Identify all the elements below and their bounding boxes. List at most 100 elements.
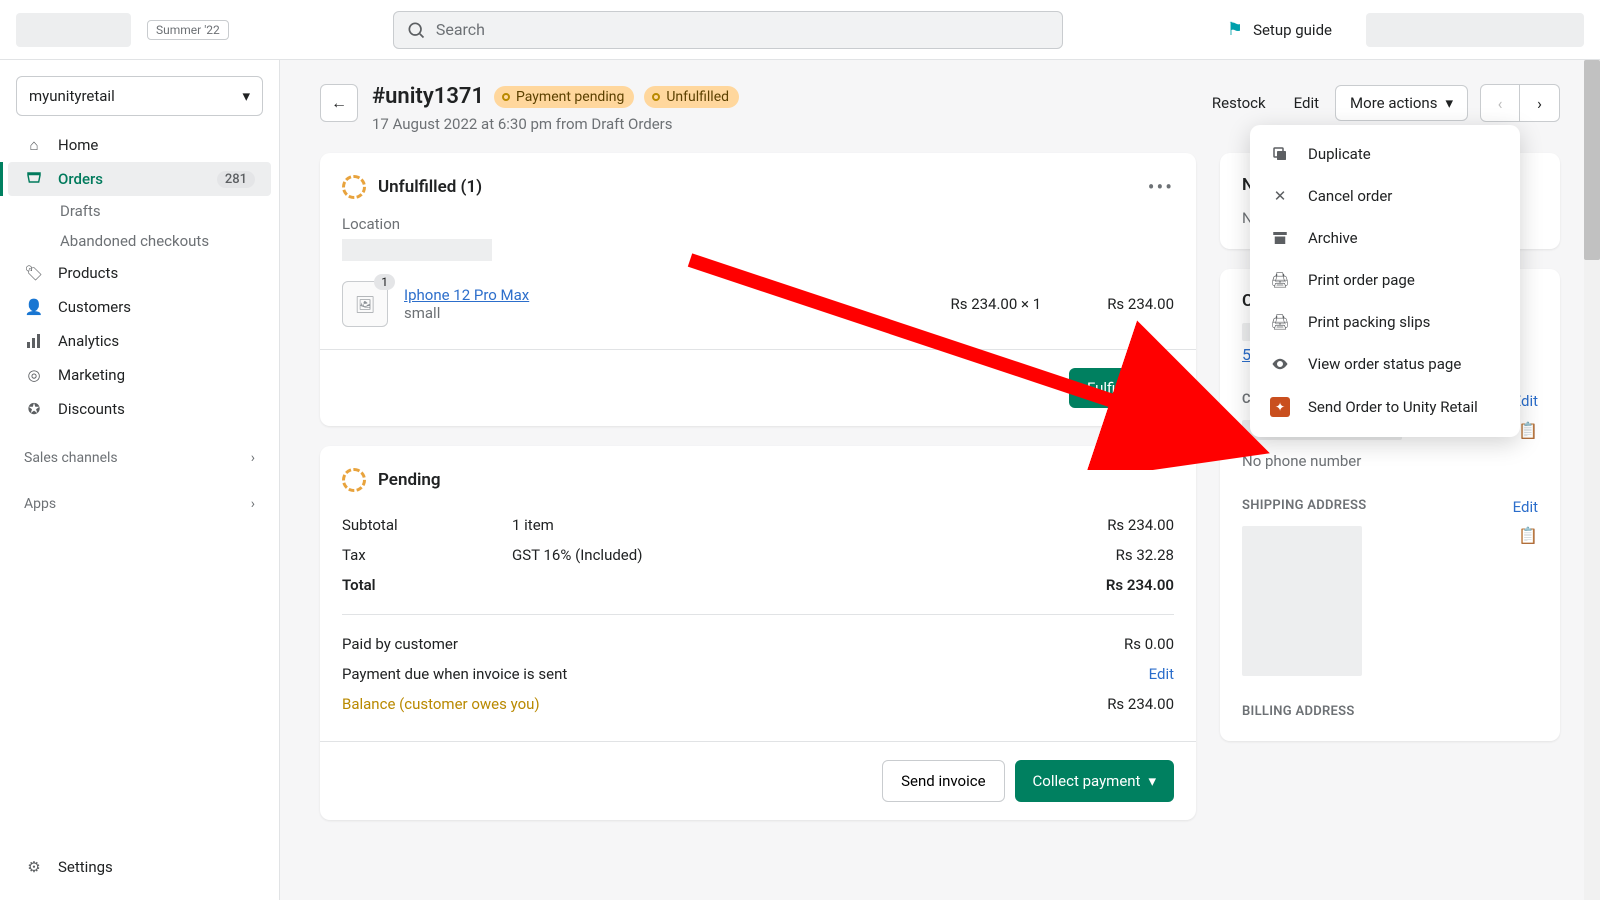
shipping-edit-link[interactable]: Edit xyxy=(1513,498,1538,516)
nav-analytics[interactable]: Analytics xyxy=(8,324,271,358)
dd-label: View order status page xyxy=(1308,355,1461,373)
edit-action[interactable]: Edit xyxy=(1282,86,1331,120)
user-icon: 👤 xyxy=(24,298,44,316)
pending-status-icon xyxy=(342,468,366,492)
close-icon: ✕ xyxy=(1270,187,1290,205)
tax-value: Rs 32.28 xyxy=(1116,546,1174,564)
dd-cancel-order[interactable]: ✕ Cancel order xyxy=(1250,175,1520,217)
inbox-icon xyxy=(24,170,44,188)
dd-duplicate[interactable]: Duplicate xyxy=(1250,133,1520,175)
qty-badge: 1 xyxy=(374,274,395,290)
balance-label: Balance (customer owes you) xyxy=(342,695,1107,713)
collect-payment-button[interactable]: Collect payment ▾ xyxy=(1015,760,1174,802)
chevron-left-icon: ‹ xyxy=(1498,94,1503,113)
nav-sales-channels[interactable]: Sales channels › xyxy=(8,440,271,476)
unity-retail-icon: ✦ xyxy=(1270,397,1290,417)
nav-products[interactable]: 🏷 Products xyxy=(8,256,271,290)
restock-action[interactable]: Restock xyxy=(1200,86,1278,120)
nav-orders[interactable]: Orders 281 xyxy=(8,162,271,196)
line-item: 🖼 1 Iphone 12 Pro Max small Rs 234.00 × … xyxy=(342,281,1174,327)
product-thumbnail[interactable]: 🖼 1 xyxy=(342,281,388,327)
nav-drafts[interactable]: Drafts xyxy=(8,196,271,226)
scrollbar-thumb[interactable] xyxy=(1584,60,1600,260)
search-placeholder: Search xyxy=(436,20,485,39)
subtotal-value: Rs 234.00 xyxy=(1107,516,1174,534)
logo-placeholder xyxy=(16,13,131,47)
discount-icon: ✪ xyxy=(24,400,44,418)
back-button[interactable]: ← xyxy=(320,84,358,122)
shipping-address-title: SHIPPING ADDRESS xyxy=(1242,498,1366,513)
card-menu-button[interactable]: ••• xyxy=(1148,175,1174,199)
nav-label: Settings xyxy=(58,858,113,876)
nav-label: Apps xyxy=(24,496,56,512)
paid-value: Rs 0.00 xyxy=(1124,635,1174,653)
prev-order-button[interactable]: ‹ xyxy=(1480,84,1520,122)
unfulfilled-badge: Unfulfilled xyxy=(644,86,739,108)
dd-label: Print order page xyxy=(1308,271,1415,289)
sidebar: myunityretail ▾ ⌂ Home Orders 281 Drafts… xyxy=(0,60,280,900)
nav-settings[interactable]: ⚙ Settings xyxy=(8,850,271,884)
search-input[interactable]: Search xyxy=(393,11,1063,49)
dd-label: Archive xyxy=(1308,229,1358,247)
shipping-address-redacted xyxy=(1242,526,1362,676)
store-name: myunityretail xyxy=(29,87,115,105)
send-invoice-button[interactable]: Send invoice xyxy=(882,760,1004,802)
flag-icon: ⚑ xyxy=(1227,19,1243,40)
product-variant: small xyxy=(404,304,934,322)
line-total: Rs 234.00 xyxy=(1107,295,1174,313)
nav-label: Analytics xyxy=(58,332,119,350)
more-actions-button[interactable]: More actions ▾ xyxy=(1335,85,1468,121)
search-icon xyxy=(406,20,426,40)
order-subtitle: 17 August 2022 at 6:30 pm from Draft Ord… xyxy=(372,115,739,133)
next-order-button[interactable]: › xyxy=(1520,84,1560,122)
profile-placeholder[interactable] xyxy=(1366,13,1584,47)
badge-label: Unfulfilled xyxy=(666,89,729,105)
payment-due-label: Payment due when invoice is sent xyxy=(342,665,1149,683)
print-icon: 🖨 xyxy=(1270,271,1290,289)
payment-due-edit[interactable]: Edit xyxy=(1149,665,1174,683)
clipboard-icon[interactable]: 📋 xyxy=(1518,526,1538,545)
nav-label: Discounts xyxy=(58,400,125,418)
nav-label: Customers xyxy=(58,298,131,316)
dd-print-order[interactable]: 🖨 Print order page xyxy=(1250,259,1520,301)
summer-tag: Summer '22 xyxy=(147,20,229,40)
nav-label: Sales channels xyxy=(24,450,118,466)
setup-guide-link[interactable]: ⚑ Setup guide xyxy=(1227,19,1332,40)
orders-count-badge: 281 xyxy=(217,171,255,188)
dd-send-unity[interactable]: ✦ Send Order to Unity Retail xyxy=(1250,385,1520,429)
target-icon: ◎ xyxy=(24,366,44,384)
fulfill-item-button[interactable]: Fulfill item xyxy=(1069,368,1174,408)
dd-view-status[interactable]: View order status page xyxy=(1250,343,1520,385)
dd-label: Duplicate xyxy=(1308,145,1371,163)
dd-archive[interactable]: Archive xyxy=(1250,217,1520,259)
home-icon: ⌂ xyxy=(24,136,44,154)
unit-price: Rs 234.00 × 1 xyxy=(950,295,1041,313)
subtotal-items: 1 item xyxy=(512,516,1107,534)
chevron-right-icon: › xyxy=(251,496,255,512)
location-value-redacted xyxy=(342,239,492,261)
nav-customers[interactable]: 👤 Customers xyxy=(8,290,271,324)
unfulfilled-status-icon xyxy=(342,175,366,199)
store-selector[interactable]: myunityretail ▾ xyxy=(16,76,263,116)
nav-label: Home xyxy=(58,136,98,154)
vertical-scrollbar[interactable] xyxy=(1584,60,1600,900)
clipboard-icon[interactable]: 📋 xyxy=(1518,421,1538,440)
image-icon: 🖼 xyxy=(355,295,375,314)
nav-discounts[interactable]: ✪ Discounts xyxy=(8,392,271,426)
nav-abandoned-checkouts[interactable]: Abandoned checkouts xyxy=(8,226,271,256)
dd-print-packing[interactable]: 🖨 Print packing slips xyxy=(1250,301,1520,343)
total-label: Total xyxy=(342,576,512,594)
product-link[interactable]: Iphone 12 Pro Max xyxy=(404,286,934,304)
more-actions-label: More actions xyxy=(1350,94,1437,112)
badge-label: Payment pending xyxy=(516,89,624,105)
gear-icon: ⚙ xyxy=(24,858,44,876)
collect-payment-label: Collect payment xyxy=(1033,772,1141,790)
caret-down-icon: ▾ xyxy=(1148,772,1156,790)
setup-guide-label: Setup guide xyxy=(1253,21,1332,39)
nav-marketing[interactable]: ◎ Marketing xyxy=(8,358,271,392)
chart-icon xyxy=(24,333,44,349)
nav-apps[interactable]: Apps › xyxy=(8,486,271,522)
billing-address-title: BILLING ADDRESS xyxy=(1242,704,1355,719)
nav-home[interactable]: ⌂ Home xyxy=(8,128,271,162)
order-title: #unity1371 xyxy=(372,84,484,109)
